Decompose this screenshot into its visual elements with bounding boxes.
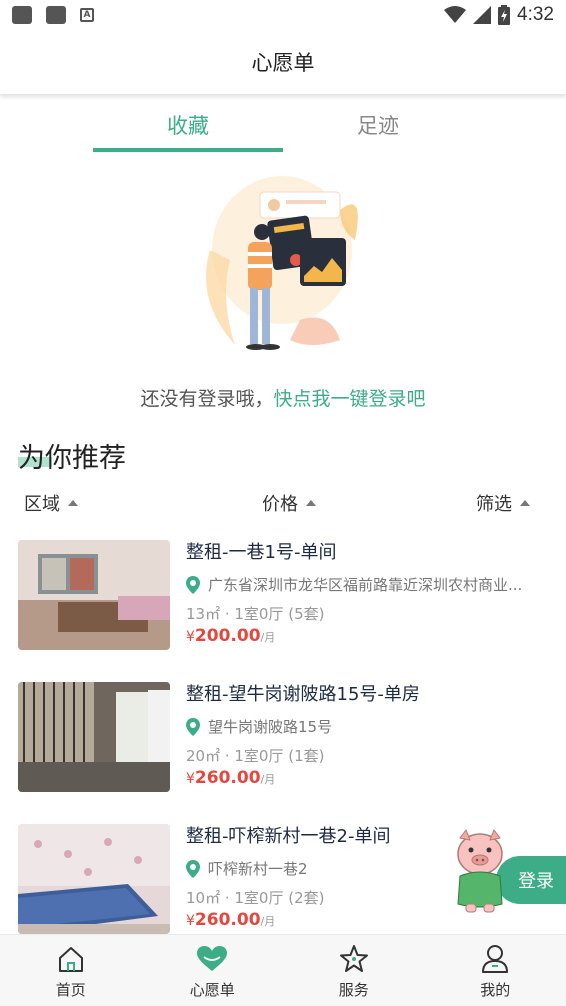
listing-photo	[18, 682, 170, 792]
sort-arrow-icon	[306, 500, 316, 506]
filter-area-label: 区域	[24, 494, 60, 515]
listing-price: ¥200.00/月	[186, 626, 548, 646]
listing-photo	[18, 824, 170, 934]
location-pin-icon	[186, 717, 200, 736]
wifi-icon	[444, 6, 467, 23]
filter-bar: 区域 价格 筛选	[0, 490, 566, 520]
listing-title: 整租-望牛岗谢陂路15号-单房	[186, 684, 420, 705]
recommend-title: 为你推荐	[18, 443, 126, 474]
listing-address: 广东省深圳市龙华区福前路靠近深圳农村商业...	[208, 576, 523, 594]
listing-photo	[18, 540, 170, 650]
nav-wishlist-label: 心愿单	[189, 981, 235, 999]
pig-mascot-icon	[457, 828, 503, 913]
filter-more[interactable]: 筛选	[476, 490, 530, 516]
login-prompt-text: 还没有登录哦，	[140, 388, 274, 410]
listing-title: 整租-一巷1号-单间	[186, 542, 337, 563]
price-unit: /月	[260, 631, 276, 644]
nav-wishlist[interactable]: 心愿单	[142, 935, 284, 1006]
star-icon	[339, 945, 368, 972]
filter-more-label: 筛选	[476, 494, 512, 515]
price-currency: ¥	[186, 629, 195, 645]
location-pin-icon	[186, 575, 200, 594]
listing-item[interactable]: 整租-一巷1号-单间 广东省深圳市龙华区福前路靠近深圳农村商业... 13㎡ ·…	[0, 538, 566, 650]
app-screen: A 4:32 心愿单 收藏 足迹 还没有登录哦，快点我一键登录吧 为你推荐 区域…	[0, 0, 566, 1006]
listing-price: ¥260.00/月	[186, 768, 548, 788]
notification-icon	[46, 6, 66, 24]
price-unit: /月	[260, 915, 276, 928]
login-prompt: 还没有登录哦，快点我一键登录吧	[0, 384, 566, 411]
listing-spec: 13㎡ · 1室0厅 (5套)	[186, 605, 325, 623]
heart-icon	[197, 946, 228, 971]
notification-a-icon: A	[80, 8, 94, 22]
listing-address: 吓榨新村一巷2	[208, 860, 308, 878]
sort-arrow-icon	[68, 500, 78, 506]
signal-icon	[473, 6, 492, 24]
filter-area[interactable]: 区域	[24, 490, 78, 516]
wishlist-tabs: 收藏 足迹	[0, 96, 566, 154]
tab-indicator	[93, 148, 283, 152]
login-link[interactable]: 快点我一键登录吧	[274, 388, 426, 410]
tab-favorites[interactable]: 收藏	[93, 110, 283, 140]
listing-address: 望牛岗谢陂路15号	[208, 718, 333, 736]
price-currency: ¥	[186, 913, 195, 929]
listing-spec: 20㎡ · 1室0厅 (1套)	[186, 747, 325, 765]
filter-price-label: 价格	[262, 494, 298, 515]
price-currency: ¥	[186, 771, 195, 787]
nav-services-label: 服务	[338, 981, 369, 999]
listing-item[interactable]: 整租-望牛岗谢陂路15号-单房 望牛岗谢陂路15号 20㎡ · 1室0厅 (1套…	[0, 680, 566, 792]
price-unit: /月	[260, 773, 276, 786]
nav-profile-label: 我的	[480, 981, 511, 999]
location-pin-icon	[186, 859, 200, 878]
app-header: 心愿单	[0, 30, 566, 94]
price-value: 200.00	[194, 626, 261, 646]
filter-price[interactable]: 价格	[262, 490, 316, 516]
nav-services[interactable]: 服务	[283, 935, 425, 1006]
sort-arrow-icon	[520, 500, 530, 506]
bottom-nav: 首页 心愿单 服务 我的	[0, 934, 566, 1006]
price-value: 260.00	[194, 768, 261, 788]
status-time: 4:32	[517, 4, 554, 25]
status-bar: A 4:32	[0, 0, 566, 30]
nav-home[interactable]: 首页	[0, 935, 142, 1006]
tab-history[interactable]: 足迹	[283, 110, 473, 140]
nav-home-label: 首页	[55, 981, 86, 999]
empty-state-illustration	[205, 176, 358, 350]
price-value: 260.00	[194, 910, 261, 930]
user-icon	[482, 945, 509, 973]
home-icon	[58, 947, 83, 972]
nav-profile[interactable]: 我的	[425, 935, 566, 1006]
battery-icon	[498, 5, 511, 25]
notification-icon	[12, 6, 32, 24]
page-title: 心愿单	[251, 51, 315, 75]
